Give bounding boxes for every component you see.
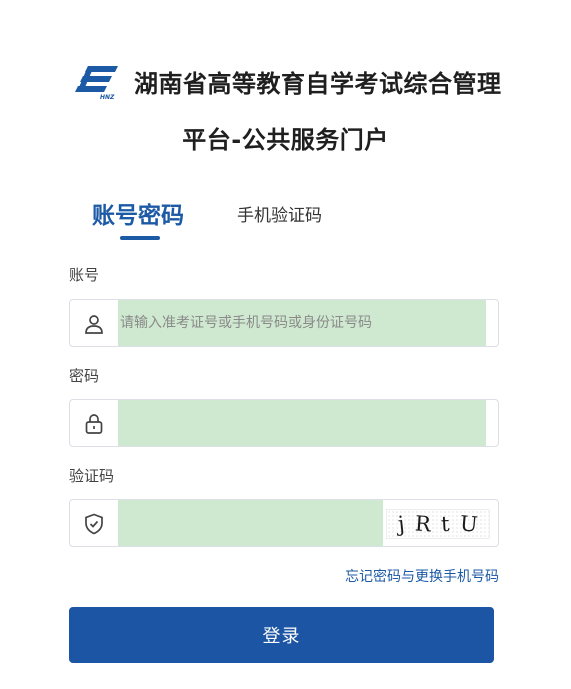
tab-sms-code[interactable]: 手机验证码 xyxy=(237,201,322,226)
captcha-char: R xyxy=(414,511,432,537)
account-field xyxy=(69,299,499,347)
forgot-password-link[interactable]: 忘记密码与更换手机号码 xyxy=(345,566,499,586)
shield-check-icon xyxy=(85,513,103,535)
user-icon xyxy=(85,315,103,334)
hnzk-logo-icon: HNZ xyxy=(75,66,118,100)
page-title-line2: 平台-公共服务门户 xyxy=(182,126,389,154)
login-button[interactable]: 登录 xyxy=(69,607,494,663)
captcha-char: U xyxy=(459,511,479,537)
password-input[interactable] xyxy=(118,400,486,446)
account-input[interactable] xyxy=(118,300,486,346)
page-title-line1: 湖南省高等教育自学考试综合管理 xyxy=(134,70,502,98)
login-tabs: 账号密码 手机验证码 xyxy=(0,192,571,242)
captcha-label: 验证码 xyxy=(69,467,115,485)
captcha-char: t xyxy=(440,511,451,537)
captcha-input[interactable] xyxy=(118,500,383,546)
svg-text:HNZ: HNZ xyxy=(100,94,115,100)
tab-account-password[interactable]: 账号密码 xyxy=(92,196,184,230)
captcha-char: j xyxy=(396,511,406,537)
account-label: 账号 xyxy=(69,266,100,284)
lock-icon xyxy=(85,414,103,434)
password-field xyxy=(69,399,499,447)
captcha-field: j R t U xyxy=(69,499,499,547)
active-tab-indicator xyxy=(120,236,160,240)
password-label: 密码 xyxy=(69,367,100,385)
captcha-image[interactable]: j R t U xyxy=(386,509,490,539)
